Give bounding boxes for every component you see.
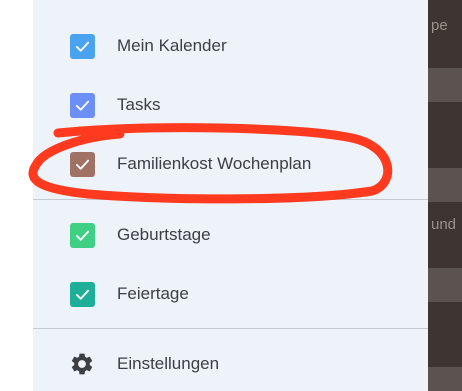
background-app-overlay: pe und (428, 0, 462, 391)
background-row (428, 68, 462, 102)
settings-item[interactable]: Einstellungen (33, 335, 428, 391)
background-row (428, 168, 462, 202)
gear-icon (69, 351, 95, 377)
calendar-checkbox[interactable] (70, 92, 95, 118)
check-icon (75, 41, 90, 52)
calendar-checkbox[interactable] (70, 33, 95, 59)
calendar-item-label: Mein Kalender (117, 36, 227, 55)
settings-label: Einstellungen (117, 354, 220, 373)
background-row (428, 268, 462, 302)
check-icon (75, 100, 90, 111)
check-icon (75, 230, 90, 241)
divider (33, 199, 428, 200)
divider (33, 328, 428, 329)
screen: pe und Mein Kalender Tasks Familienkost … (0, 0, 462, 391)
calendar-item-mein-kalender[interactable]: Mein Kalender (33, 17, 428, 75)
check-icon (75, 159, 90, 170)
calendar-checkbox[interactable] (70, 222, 95, 248)
calendar-checkbox[interactable] (70, 151, 95, 177)
calendar-item-label: Feiertage (117, 284, 189, 303)
calendar-item-label: Familienkost Wochenplan (117, 154, 312, 173)
calendar-item-geburtstage[interactable]: Geburtstage (33, 206, 428, 264)
check-icon (75, 289, 90, 300)
calendar-drawer: Mein Kalender Tasks Familienkost Wochenp… (33, 0, 428, 391)
calendar-item-familienkost-wochenplan[interactable]: Familienkost Wochenplan (33, 135, 428, 193)
calendar-item-feiertage[interactable]: Feiertage (33, 265, 428, 323)
calendar-item-tasks[interactable]: Tasks (33, 76, 428, 134)
background-text-fragment: und (431, 216, 457, 233)
background-text-fragment: pe (431, 17, 448, 34)
calendar-checkbox[interactable] (70, 281, 95, 307)
background-row (428, 367, 462, 391)
calendar-item-label: Tasks (117, 95, 161, 114)
calendar-item-label: Geburtstage (117, 225, 211, 244)
